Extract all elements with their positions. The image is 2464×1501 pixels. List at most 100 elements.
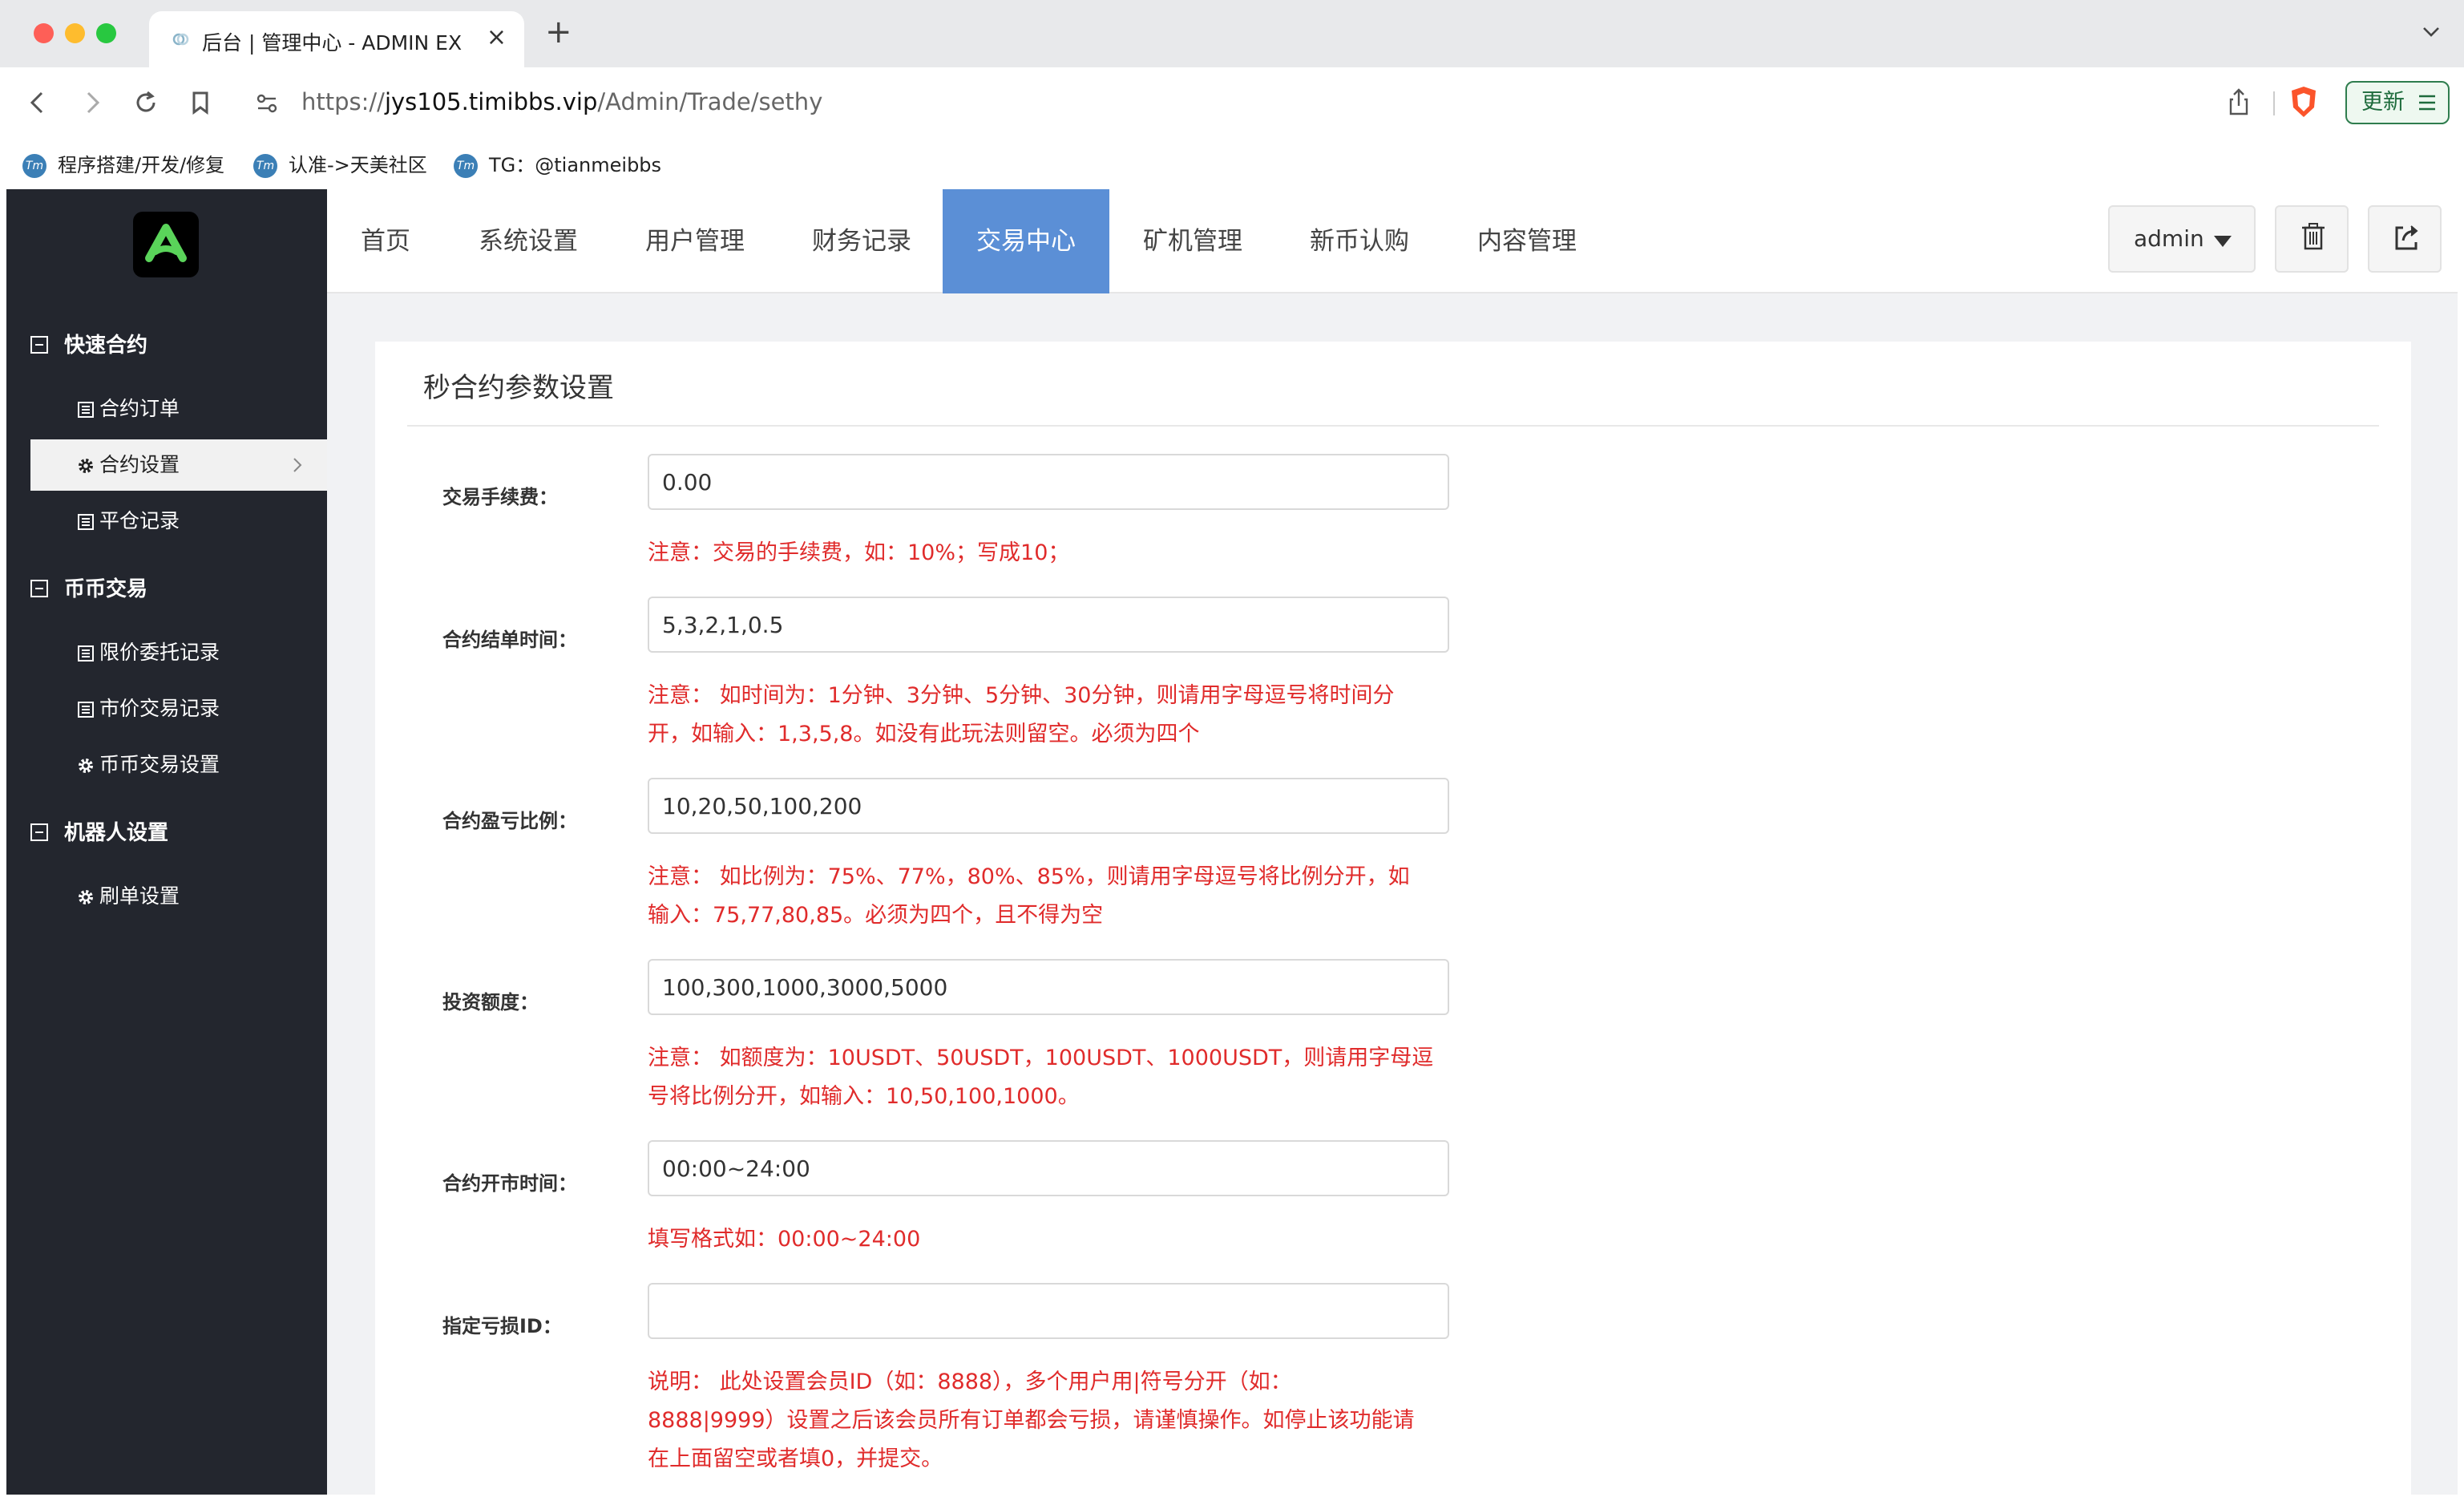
reload-icon[interactable] [128, 85, 164, 120]
bookmark-item[interactable]: Tm 程序搭建/开发/修复 [22, 149, 224, 178]
market-hours-note: 填写格式如：00:00~24:00 [648, 1227, 921, 1252]
sidebar-item-market-trades[interactable]: 市价交易记录 [30, 683, 327, 734]
bookmark-label: 认准->天美社区 [289, 154, 427, 176]
sidebar-item-label: 合约设置 [99, 453, 180, 476]
tab-list-chevron-icon[interactable] [2419, 19, 2443, 43]
sidebar-item-label: 平仓记录 [99, 509, 180, 532]
brave-shield-icon[interactable] [2288, 85, 2320, 119]
sidebar-group-label: 快速合约 [64, 334, 148, 358]
back-arrow-icon[interactable] [21, 85, 56, 120]
nav-new-coin-subscription[interactable]: 新币认购 [1276, 189, 1443, 293]
profit-ratio-label: 合约盈亏比例： [442, 810, 577, 832]
bookmark-label: 程序搭建/开发/修复 [58, 154, 225, 176]
market-hours-input[interactable] [648, 1140, 1449, 1196]
browser-tab-bar: 后台 | 管理中心 - ADMIN EX × + [0, 0, 2464, 67]
sidebar-group-robot-settings[interactable]: 机器人设置 [30, 816, 168, 846]
profit-ratio-note: 注意： 如比例为：75%、77%，80%、85%，则请用字母逗号将比例分开，如 … [648, 858, 1457, 935]
sidebar-item-brush-settings[interactable]: 刷单设置 [30, 871, 327, 922]
menu-icon [2419, 95, 2435, 111]
nav-system-settings[interactable]: 系统设置 [444, 189, 612, 293]
bookmark-icon[interactable] [183, 85, 218, 120]
sidebar-item-contract-settings[interactable]: 合约设置 [30, 439, 327, 491]
loss-id-note: 说明： 此处设置会员ID（如：8888），多个用户用|符号分开（如： 8888|… [648, 1363, 1457, 1479]
admin-user-dropdown[interactable]: admin [2108, 205, 2256, 273]
sidebar-item-label: 币币交易设置 [99, 753, 220, 776]
app-logo[interactable] [133, 212, 199, 277]
bookmark-item[interactable]: Tm 认准->天美社区 [253, 149, 427, 178]
settlement-time-input[interactable] [648, 597, 1449, 653]
market-hours-label: 合约开市时间： [442, 1172, 577, 1195]
sidebar-item-coin-trade-settings[interactable]: 币币交易设置 [30, 739, 327, 791]
collapse-icon [30, 580, 48, 597]
nav-mining-management[interactable]: 矿机管理 [1109, 189, 1276, 293]
nav-home[interactable]: 首页 [327, 189, 444, 293]
gear-icon [79, 459, 93, 473]
browser-tab[interactable]: 后台 | 管理中心 - ADMIN EX × [149, 11, 524, 67]
loss-id-input[interactable] [648, 1283, 1449, 1339]
site-settings-icon[interactable] [253, 90, 281, 117]
tm-logo-icon: Tm [253, 154, 277, 178]
address-bar[interactable]: https://jys105.timibbs.vip/Admin/Trade/s… [301, 88, 822, 115]
admin-username: admin [2134, 225, 2204, 252]
title-divider [407, 425, 2379, 427]
chevron-right-icon [293, 458, 302, 472]
clear-cache-button[interactable] [2275, 205, 2349, 273]
url-host: jys105.timibbs.vip [384, 88, 598, 115]
gear-icon [79, 759, 93, 773]
logout-button[interactable] [2368, 205, 2442, 273]
settings-card: 秒合约参数设置 交易手续费： 注意：交易的手续费，如：10%；写成10； 合约结… [375, 342, 2411, 1495]
investment-amount-label: 投资额度： [442, 991, 539, 1013]
caret-down-icon [2214, 236, 2232, 247]
bookmarks-bar: Tm 程序搭建/开发/修复 Tm 认准->天美社区 Tm TG：@tianmeibbs [0, 136, 2464, 188]
list-icon [78, 645, 94, 661]
gear-icon [79, 890, 93, 904]
note-line: 注意： 如比例为：75%、77%，80%、85%，则请用字母逗号将比例分开，如 [648, 864, 1410, 889]
sidebar-group-coin-trading[interactable]: 币币交易 [30, 572, 147, 602]
url-path: /Admin/Trade/sethy [597, 88, 823, 115]
loss-id-label: 指定亏损ID： [442, 1315, 562, 1337]
collapse-icon [30, 336, 48, 354]
sidebar-item-close-records[interactable]: 平仓记录 [30, 496, 327, 547]
share-icon[interactable] [2225, 87, 2252, 117]
note-line: 注意： 如时间为：1分钟、3分钟、5分钟、30分钟，则请用字母逗号将时间分 [648, 683, 1395, 708]
investment-amount-input[interactable] [648, 959, 1449, 1015]
bookmark-label: TG：@tianmeibbs [489, 154, 662, 176]
update-button[interactable]: 更新 [2345, 81, 2450, 124]
nav-finance-records[interactable]: 财务记录 [778, 189, 946, 293]
tm-logo-icon: Tm [22, 154, 46, 178]
window-zoom-button[interactable] [96, 23, 116, 43]
settlement-time-label: 合约结单时间： [442, 629, 577, 651]
fee-label: 交易手续费： [442, 486, 558, 508]
sidebar-item-label: 合约订单 [99, 397, 180, 420]
logo-mark-icon [145, 224, 187, 262]
window-close-button[interactable] [34, 23, 54, 43]
bookmark-item[interactable]: Tm TG：@tianmeibbs [454, 149, 661, 178]
sidebar-item-label: 限价委托记录 [99, 641, 220, 664]
profit-ratio-input[interactable] [648, 778, 1449, 834]
sidebar-item-label: 市价交易记录 [99, 697, 220, 720]
top-navigation: 首页 系统设置 用户管理 财务记录 交易中心 矿机管理 新币认购 内容管理 ad… [327, 189, 2458, 293]
note-line: 输入：75,77,80,85。必须为四个，且不得为空 [648, 903, 1104, 928]
tab-title: 后台 | 管理中心 - ADMIN EX [202, 31, 463, 55]
note-line: 在上面留空或者填0，并提交。 [648, 1446, 943, 1471]
note-line: 8888|9999）设置之后该会员所有订单都会亏损，请谨慎操作。如停止该功能请 [648, 1408, 1415, 1433]
sidebar-item-label: 刷单设置 [99, 884, 180, 908]
window-minimize-button[interactable] [65, 23, 85, 43]
tab-close-icon[interactable]: × [487, 24, 507, 51]
sidebar-item-contract-orders[interactable]: 合约订单 [30, 383, 327, 435]
sidebar-group-quick-contract[interactable]: 快速合约 [30, 329, 147, 358]
sidebar-item-limit-orders[interactable]: 限价委托记录 [30, 627, 327, 678]
fee-input[interactable] [648, 454, 1449, 510]
sidebar-group-label: 机器人设置 [64, 821, 169, 845]
sidebar-group-label: 币币交易 [64, 577, 148, 601]
toolbar-divider [2273, 91, 2275, 115]
page-favicon-icon [170, 29, 191, 50]
share-out-icon [2395, 225, 2418, 250]
new-tab-icon[interactable]: + [545, 14, 572, 50]
forward-arrow-icon[interactable] [74, 85, 109, 120]
fee-note: 注意：交易的手续费，如：10%；写成10； [648, 540, 1070, 565]
nav-user-management[interactable]: 用户管理 [612, 189, 778, 293]
nav-trading-center[interactable]: 交易中心 [943, 189, 1109, 293]
url-scheme: https:// [301, 88, 385, 115]
nav-content-management[interactable]: 内容管理 [1443, 189, 1611, 293]
